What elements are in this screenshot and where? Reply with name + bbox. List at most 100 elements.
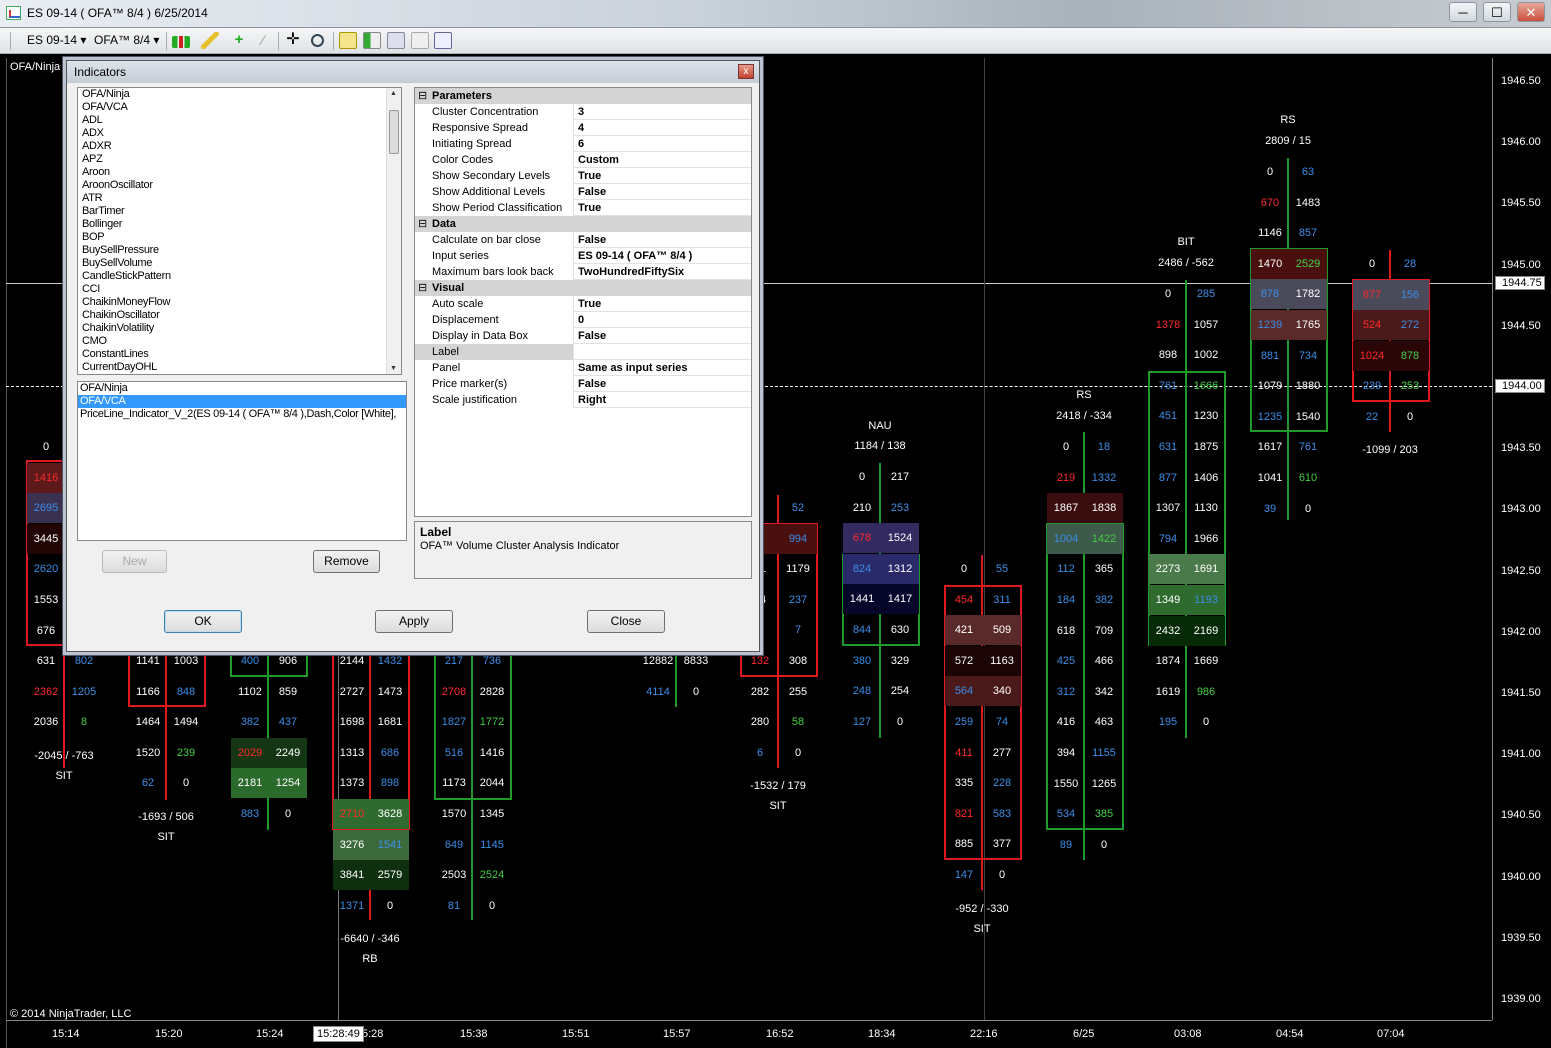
property-value[interactable]: False xyxy=(575,376,751,392)
dialog-close-icon[interactable]: x xyxy=(738,64,754,79)
indicator-list-item[interactable]: ChaikinVolatility xyxy=(78,322,401,335)
property-row[interactable]: Auto scale True xyxy=(415,296,751,312)
new-button[interactable]: New xyxy=(102,550,167,573)
ask-volume-cell: 2169 xyxy=(1187,615,1225,646)
close-button[interactable]: Close xyxy=(587,610,665,633)
indicator-list-item[interactable]: CMO xyxy=(78,335,401,348)
indicator-list-item[interactable]: Bollinger xyxy=(78,218,401,231)
property-row[interactable]: Show Secondary Levels True xyxy=(415,168,751,184)
ask-volume-cell: 1230 xyxy=(1193,410,1219,423)
property-category[interactable]: Parameters xyxy=(415,88,751,104)
properties-grid[interactable]: ParametersCluster Concentration3Responsi… xyxy=(414,87,752,517)
property-row[interactable]: Price marker(s) False xyxy=(415,376,751,392)
apply-button[interactable]: Apply xyxy=(375,610,453,633)
property-row[interactable]: Responsive Spread 4 xyxy=(415,120,751,136)
ask-volume-cell: 28 xyxy=(1403,258,1417,270)
add-marker-icon[interactable]: + xyxy=(230,32,248,49)
property-value[interactable]: TwoHundredFiftySix xyxy=(575,264,751,280)
chart-properties-icon[interactable] xyxy=(387,32,405,49)
property-value[interactable]: 4 xyxy=(575,120,751,136)
property-row[interactable]: Displacement 0 xyxy=(415,312,751,328)
indicator-list-item[interactable]: ATR xyxy=(78,192,401,205)
property-value[interactable]: Right xyxy=(575,392,751,408)
property-value[interactable]: Same as input series xyxy=(575,360,751,376)
indicator-list-item[interactable]: CCI xyxy=(78,283,401,296)
ask-volume-cell: 630 xyxy=(890,624,910,636)
available-indicators-list[interactable]: OFA/Ninja OFA/VCA ADL ADX ADXR APZ Aroon Aroon… xyxy=(77,87,402,375)
period-selector[interactable]: OFA™ 8/4 ▾ xyxy=(94,33,159,47)
scroll-up-icon[interactable]: ▲ xyxy=(390,90,397,97)
ok-button[interactable]: OK xyxy=(164,610,242,633)
remove-button[interactable]: Remove xyxy=(313,550,380,573)
property-value[interactable]: True xyxy=(575,168,751,184)
copy-icon[interactable] xyxy=(434,32,452,49)
indicator-list-item[interactable]: Aroon xyxy=(78,166,401,179)
property-row[interactable]: Show Additional Levels False xyxy=(415,184,751,200)
close-window-button[interactable]: ✕ xyxy=(1517,2,1545,22)
instrument-selector[interactable]: ES 09-14 ▾ xyxy=(27,33,86,47)
indicator-list-item[interactable]: ChaikinMoneyFlow xyxy=(78,296,401,309)
applied-indicator-item[interactable]: OFA/Ninja xyxy=(78,382,406,395)
property-row[interactable]: Show Period Classification True xyxy=(415,200,751,216)
property-row[interactable]: Scale justification Right xyxy=(415,392,751,408)
property-value[interactable]: False xyxy=(575,328,751,344)
indicator-list-item[interactable]: CurrentDayOHL xyxy=(78,361,401,374)
indicator-list-item[interactable]: ADL xyxy=(78,114,401,127)
indicators-icon[interactable] xyxy=(339,32,357,49)
property-value[interactable] xyxy=(575,344,751,360)
property-row[interactable]: Panel Same as input series xyxy=(415,360,751,376)
property-row[interactable]: Input series ES 09-14 ( OFA™ 8/4 ) xyxy=(415,248,751,264)
maximize-button[interactable]: ☐ xyxy=(1483,2,1511,22)
indicator-list-item[interactable]: APZ xyxy=(78,153,401,166)
indicator-list-item[interactable]: OFA/VCA xyxy=(78,101,401,114)
applied-indicators-list[interactable]: OFA/Ninja OFA/VCA PriceLine_Indicator_V_2(… xyxy=(77,381,407,541)
indicator-list-item[interactable]: ADX xyxy=(78,127,401,140)
indicator-list-item[interactable]: BarTimer xyxy=(78,205,401,218)
scroll-down-icon[interactable]: ▼ xyxy=(390,365,397,372)
applied-indicator-item[interactable]: PriceLine_Indicator_V_2(ES 09-14 ( OFA™ … xyxy=(78,408,406,421)
ask-volume-cell: 2529 xyxy=(1289,248,1327,279)
property-value[interactable]: True xyxy=(575,200,751,216)
property-row[interactable]: Cluster Concentration 3 xyxy=(415,104,751,120)
property-row[interactable]: Label xyxy=(415,344,751,360)
zoom-icon[interactable] xyxy=(311,34,324,47)
drawing-tools-icon[interactable] xyxy=(201,32,219,49)
scroll-thumb[interactable] xyxy=(389,110,399,154)
property-value[interactable]: 0 xyxy=(575,312,751,328)
property-value[interactable]: Custom xyxy=(575,152,751,168)
bid-volume-cell: 1617 xyxy=(1257,441,1283,454)
property-category[interactable]: Data xyxy=(415,216,751,232)
indicator-list-item[interactable]: CandleStickPattern xyxy=(78,270,401,283)
crosshair-icon[interactable]: ✛ xyxy=(284,32,302,49)
bar-style-icon[interactable] xyxy=(172,36,190,48)
ask-volume-cell: 311 xyxy=(993,593,1011,606)
property-row[interactable]: Display in Data Box False xyxy=(415,328,751,344)
data-box-icon[interactable] xyxy=(411,32,429,49)
strategies-icon[interactable] xyxy=(363,32,381,49)
indicator-list-item[interactable]: ConstantLines xyxy=(78,348,401,361)
property-value[interactable]: False xyxy=(575,232,751,248)
indicator-list-item[interactable]: BuySellVolume xyxy=(78,257,401,270)
indicator-list-item[interactable]: OFA/Ninja xyxy=(78,88,401,101)
property-row[interactable]: Color Codes Custom xyxy=(415,152,751,168)
property-category[interactable]: Visual xyxy=(415,280,751,296)
indicator-list-item[interactable]: ChaikinOscillator xyxy=(78,309,401,322)
property-value[interactable]: ES 09-14 ( OFA™ 8/4 ) xyxy=(575,248,751,264)
indicator-list-item[interactable]: BuySellPressure xyxy=(78,244,401,257)
remove-drawing-icon[interactable]: ⁄ xyxy=(254,32,272,49)
property-value[interactable]: 3 xyxy=(575,104,751,120)
property-row[interactable]: Calculate on bar close False xyxy=(415,232,751,248)
applied-indicator-item[interactable]: OFA/VCA xyxy=(78,395,406,408)
property-row[interactable]: Maximum bars look back TwoHundredFiftySix xyxy=(415,264,751,280)
indicator-list-item[interactable]: ADXR xyxy=(78,140,401,153)
ask-volume-cell: 1254 xyxy=(269,768,307,799)
bid-volume-cell: 312 xyxy=(1056,685,1076,698)
indicators-scrollbar[interactable]: ▲ ▼ xyxy=(386,88,401,374)
indicator-list-item[interactable]: BOP xyxy=(78,231,401,244)
property-value[interactable]: False xyxy=(575,184,751,200)
property-row[interactable]: Initiating Spread 6 xyxy=(415,136,751,152)
property-value[interactable]: True xyxy=(575,296,751,312)
minimize-button[interactable]: ─ xyxy=(1449,2,1477,22)
property-value[interactable]: 6 xyxy=(575,136,751,152)
indicator-list-item[interactable]: AroonOscillator xyxy=(78,179,401,192)
